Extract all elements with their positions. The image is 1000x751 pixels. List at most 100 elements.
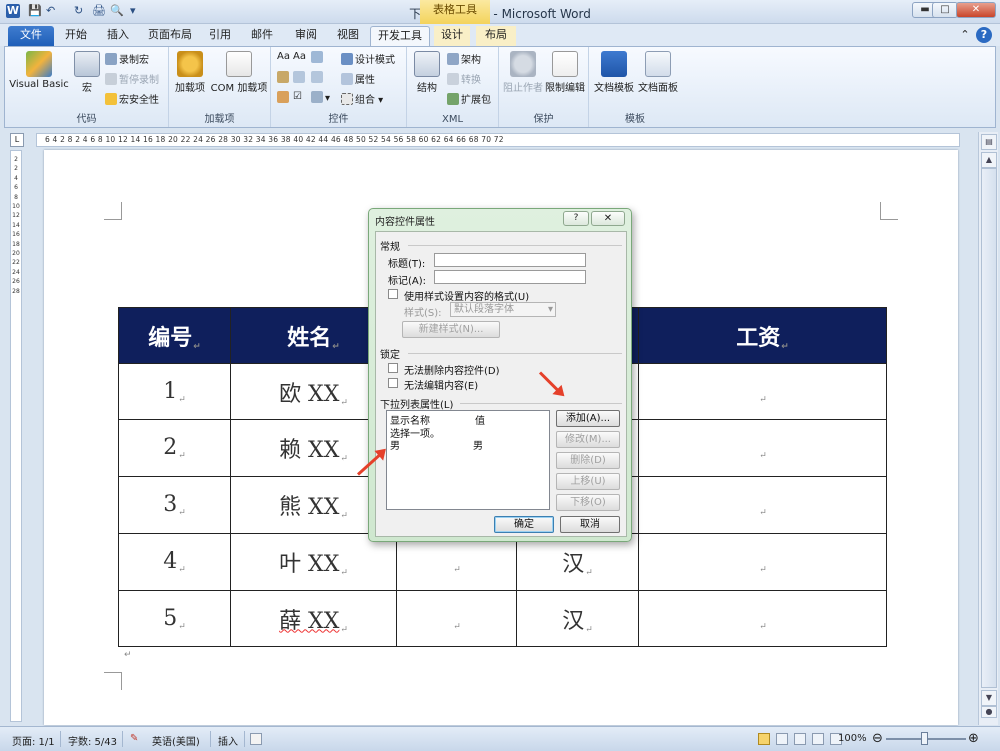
cell-salary[interactable]: ↵ — [638, 419, 887, 477]
cell-ethnicity[interactable]: 汉↵ — [516, 533, 639, 591]
insert-mode-indicator[interactable]: 插入 — [218, 733, 238, 748]
header-cell-number[interactable]: 编号↵ — [118, 307, 231, 364]
rich-text-control-icon[interactable]: Aa — [277, 51, 290, 62]
tab-selector[interactable]: L — [10, 133, 24, 147]
plain-text-control-icon[interactable]: Aa — [293, 51, 306, 62]
zoom-slider-thumb[interactable] — [921, 732, 928, 745]
tag-input[interactable] — [434, 270, 586, 284]
tab-page-layout[interactable]: 页面布局 — [144, 26, 196, 46]
web-layout-view-icon[interactable] — [794, 733, 806, 745]
zoom-out-icon[interactable]: ⊖ — [872, 731, 883, 746]
properties-button[interactable]: 属性 — [341, 71, 375, 86]
macro-security-button[interactable]: 宏安全性 — [105, 91, 159, 106]
cell-salary[interactable]: ↵ — [638, 363, 887, 420]
dropdown-items-list[interactable]: 显示名称 值 选择一项。 男 男 — [386, 410, 550, 510]
add-button[interactable]: 添加(A)... — [556, 410, 620, 427]
collapse-ribbon-icon[interactable]: ⌃ — [958, 26, 972, 46]
cell-id[interactable]: 1↵ — [118, 363, 231, 420]
vertical-ruler[interactable]: 2 2 4 6 8 10 12 14 16 18 20 22 24 26 28 — [10, 150, 22, 722]
zoom-in-icon[interactable]: ⊕ — [968, 731, 979, 746]
close-button[interactable]: ✕ — [956, 2, 996, 18]
dialog-help-button[interactable]: ? — [563, 211, 589, 226]
new-style-button[interactable]: 新建样式(N)... — [402, 321, 500, 338]
restrict-editing-button[interactable]: 限制编辑 — [543, 51, 587, 94]
cell-id[interactable]: 2↵ — [118, 419, 231, 477]
cell-name[interactable]: 薛 XX↵ — [230, 590, 397, 647]
browse-object-icon[interactable]: ● — [981, 706, 997, 718]
column-value[interactable]: 值 — [475, 412, 485, 427]
document-panel-button[interactable]: 文档面板 — [637, 51, 679, 94]
page-count[interactable]: 页面: 1/1 — [12, 733, 55, 748]
cell-salary[interactable]: ↵ — [638, 590, 887, 647]
tab-developer[interactable]: 开发工具 — [370, 26, 430, 46]
dialog-close-button[interactable]: ✕ — [591, 211, 625, 226]
block-authors-button[interactable]: 阻止作者 — [503, 51, 543, 94]
tab-references[interactable]: 引用 — [204, 26, 236, 46]
word-count[interactable]: 字数: 5/43 — [68, 733, 117, 748]
list-item-value[interactable]: 男 — [473, 437, 483, 452]
title-input[interactable] — [434, 253, 586, 267]
schema-button[interactable]: 架构 — [447, 51, 481, 66]
tab-mailings[interactable]: 邮件 — [246, 26, 278, 46]
tab-home[interactable]: 开始 — [60, 26, 92, 46]
outline-view-icon[interactable] — [812, 733, 824, 745]
move-down-button[interactable]: 下移(O) — [556, 494, 620, 511]
style-select[interactable]: 默认段落字体 ▾ — [450, 302, 556, 317]
tab-layout[interactable]: 布局 — [476, 26, 516, 46]
checkbox-control-icon[interactable]: ☑ — [293, 91, 302, 102]
cell-empty[interactable]: ↵ — [396, 590, 517, 647]
tab-design[interactable]: 设计 — [434, 26, 470, 46]
group-button[interactable]: 组合 ▾ — [341, 91, 383, 106]
header-cell-salary[interactable]: 工资↵ — [638, 307, 887, 364]
delete-button[interactable]: 删除(D) — [556, 452, 620, 469]
modify-button[interactable]: 修改(M)... — [556, 431, 620, 448]
macro-record-icon[interactable] — [250, 733, 262, 745]
ok-button[interactable]: 确定 — [494, 516, 554, 533]
date-picker-control-icon[interactable] — [277, 91, 291, 104]
addins-button[interactable]: 加载项 — [173, 51, 207, 94]
language-indicator[interactable]: 英语(美国) — [152, 733, 200, 748]
building-block-control-icon[interactable] — [277, 71, 291, 84]
record-macro-button[interactable]: 录制宏 — [105, 51, 149, 66]
combo-box-control-icon[interactable] — [293, 71, 307, 84]
tab-insert[interactable]: 插入 — [102, 26, 134, 46]
ruler-toggle-icon[interactable]: ▤ — [981, 134, 997, 150]
design-mode-button[interactable]: 设计模式 — [341, 51, 395, 66]
help-icon[interactable]: ? — [976, 27, 992, 43]
tab-view[interactable]: 视图 — [332, 26, 364, 46]
no-edit-checkbox[interactable] — [388, 378, 398, 388]
tab-file[interactable]: 文件 — [8, 26, 54, 46]
cell-id[interactable]: 3↵ — [118, 476, 231, 534]
horizontal-ruler[interactable]: 6 4 2 8 2 4 6 8 10 12 14 16 18 20 22 24 … — [36, 133, 960, 147]
com-addins-button[interactable]: COM 加载项 — [209, 51, 269, 94]
use-style-checkbox[interactable] — [388, 289, 398, 299]
visual-basic-button[interactable]: Visual Basic — [9, 51, 69, 90]
no-delete-checkbox[interactable] — [388, 363, 398, 373]
zoom-level[interactable]: 100% — [838, 733, 867, 744]
list-item-display[interactable]: 男 — [390, 437, 400, 452]
vertical-scrollbar[interactable]: ▤ ▲ ▼ ● — [978, 132, 998, 725]
cell-salary[interactable]: ↵ — [638, 533, 887, 591]
macros-button[interactable]: 宏 — [73, 51, 101, 94]
scroll-down-icon[interactable]: ▼ — [981, 690, 997, 706]
proofing-icon[interactable]: ✎ — [130, 733, 138, 744]
full-screen-view-icon[interactable] — [776, 733, 788, 745]
dropdown-list-control-icon[interactable] — [311, 71, 325, 84]
scroll-up-icon[interactable]: ▲ — [981, 152, 997, 168]
expansion-pack-button[interactable]: 扩展包 — [447, 91, 491, 106]
cell-empty[interactable]: ↵ — [396, 533, 517, 591]
cell-ethnicity[interactable]: 汉↵ — [516, 590, 639, 647]
structure-button[interactable]: 结构 — [411, 51, 443, 94]
scroll-thumb[interactable] — [981, 168, 997, 688]
legacy-tools-icon[interactable]: ▾ — [311, 91, 330, 104]
pause-recording-button[interactable]: 暂停录制 — [105, 71, 159, 86]
picture-control-icon[interactable] — [311, 51, 325, 64]
cell-id[interactable]: 4↵ — [118, 533, 231, 591]
maximize-button[interactable]: □ — [932, 2, 958, 18]
move-up-button[interactable]: 上移(U) — [556, 473, 620, 490]
document-template-button[interactable]: 文档模板 — [593, 51, 635, 94]
cancel-button[interactable]: 取消 — [560, 516, 620, 533]
transform-button[interactable]: 转换 — [447, 71, 481, 86]
cell-name[interactable]: 叶 XX↵ — [230, 533, 397, 591]
cell-salary[interactable]: ↵ — [638, 476, 887, 534]
